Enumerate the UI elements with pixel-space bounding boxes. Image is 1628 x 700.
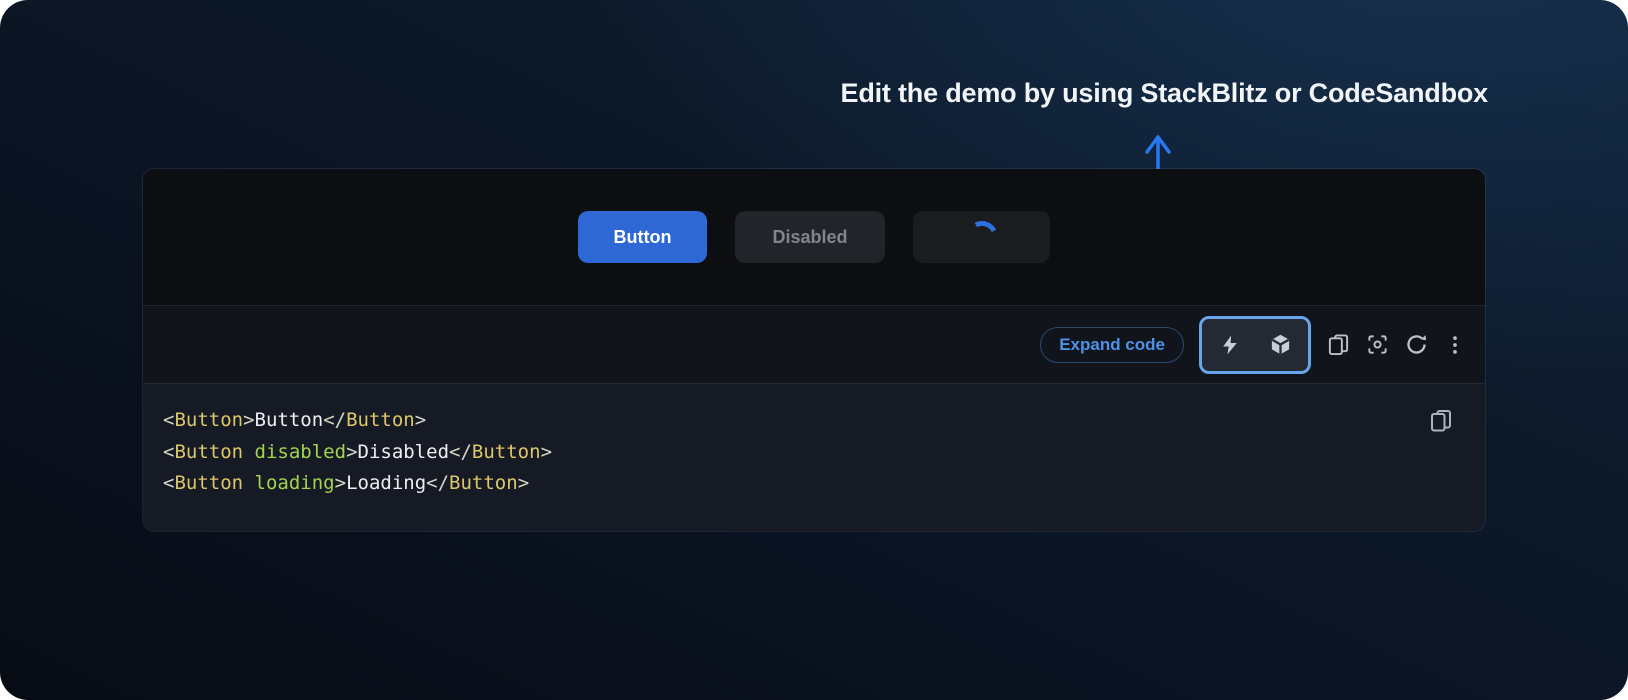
expand-code-button[interactable]: Expand code [1040,327,1184,363]
demo-toolbar: Expand code [143,305,1485,383]
more-kebab-icon[interactable] [1443,333,1467,357]
loading-button[interactable] [913,211,1050,263]
spinner-icon [961,217,1001,257]
copy-icon[interactable] [1326,333,1350,357]
code-line: <Button disabled>Disabled</Button> [163,437,1405,469]
code-block: <Button>Button</Button><Button disabled>… [143,383,1485,531]
reload-icon[interactable] [1404,333,1428,357]
docs-demo-screen: Edit the demo by using StackBlitz or Cod… [0,0,1628,700]
sandbox-icons-highlight-box [1199,316,1311,374]
annotation-text: Edit the demo by using StackBlitz or Cod… [841,78,1488,109]
code-line: <Button loading>Loading</Button> [163,468,1405,500]
stackblitz-bolt-icon[interactable] [1218,333,1242,357]
disabled-button: Disabled [735,211,885,263]
demo-preview-area: Button Disabled [143,169,1485,305]
demo-card: Button Disabled Expand code [142,168,1486,532]
primary-button[interactable]: Button [578,211,707,263]
code-copy-icon[interactable] [1429,408,1453,432]
code-line: <Button>Button</Button> [163,405,1405,437]
codesandbox-cube-icon[interactable] [1268,333,1292,357]
code-lines: <Button>Button</Button><Button disabled>… [163,405,1405,500]
capture-icon[interactable] [1365,333,1389,357]
